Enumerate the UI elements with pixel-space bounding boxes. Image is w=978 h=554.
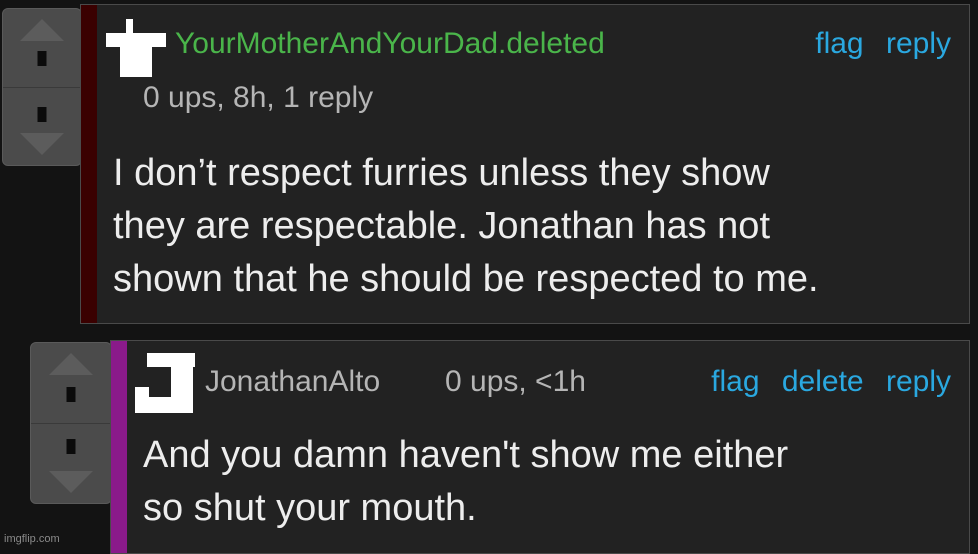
reply-link[interactable]: reply [886, 365, 951, 398]
downvote-mark-icon [37, 107, 47, 122]
comment-meta: 0 ups, <1h [445, 365, 586, 398]
comment-indent-bar [111, 341, 127, 553]
comment-username[interactable]: JonathanAlto [205, 365, 380, 399]
flag-link[interactable]: flag [815, 27, 863, 60]
downvote-arrow-icon [20, 133, 64, 155]
user-avatar-icon[interactable] [135, 353, 197, 415]
comment-body-line: I don’t respect furries unless they show [113, 152, 770, 194]
downvote-arrow-icon [49, 471, 93, 493]
user-avatar-icon[interactable] [106, 19, 166, 77]
comment-body: I don’t respect furries unless they show… [113, 147, 819, 306]
vote-panel-2 [30, 342, 112, 504]
upvote-button-2[interactable] [31, 343, 111, 424]
delete-link[interactable]: delete [782, 365, 864, 398]
comment-actions: flag reply [801, 27, 951, 61]
comment-actions: flag delete reply [697, 365, 951, 399]
comment-body-line: so shut your mouth. [143, 487, 477, 529]
comment-body-line: they are respectable. Jonathan has not [113, 205, 771, 247]
comment-meta: 0 ups, 8h, 1 reply [143, 81, 374, 114]
comment-thread: { "comments": [ { "username": "YourMothe… [0, 0, 978, 554]
comment-body-line: shown that he should be respected to me. [113, 258, 819, 300]
downvote-button-2[interactable] [31, 423, 111, 503]
watermark: imgflip.com [4, 533, 60, 545]
comment-1: YourMotherAndYourDad.deleted flag reply … [80, 4, 970, 324]
vote-panel-1 [2, 8, 82, 166]
comment-2: JonathanAlto 0 ups, <1h flag delete repl… [110, 340, 970, 554]
comment-username[interactable]: YourMotherAndYourDad.deleted [175, 27, 605, 61]
downvote-button-1[interactable] [3, 87, 81, 165]
downvote-mark-icon [66, 439, 76, 454]
flag-link[interactable]: flag [711, 365, 759, 398]
reply-link[interactable]: reply [886, 27, 951, 60]
upvote-arrow-icon [49, 353, 93, 375]
upvote-button-1[interactable] [3, 9, 81, 88]
comment-indent-bar [81, 5, 97, 323]
upvote-arrow-icon [20, 19, 64, 41]
upvote-mark-icon [37, 51, 47, 66]
comment-body-line: And you damn haven't show me either [143, 434, 789, 476]
comment-body: And you damn haven't show me either so s… [143, 429, 788, 535]
upvote-mark-icon [66, 387, 76, 402]
